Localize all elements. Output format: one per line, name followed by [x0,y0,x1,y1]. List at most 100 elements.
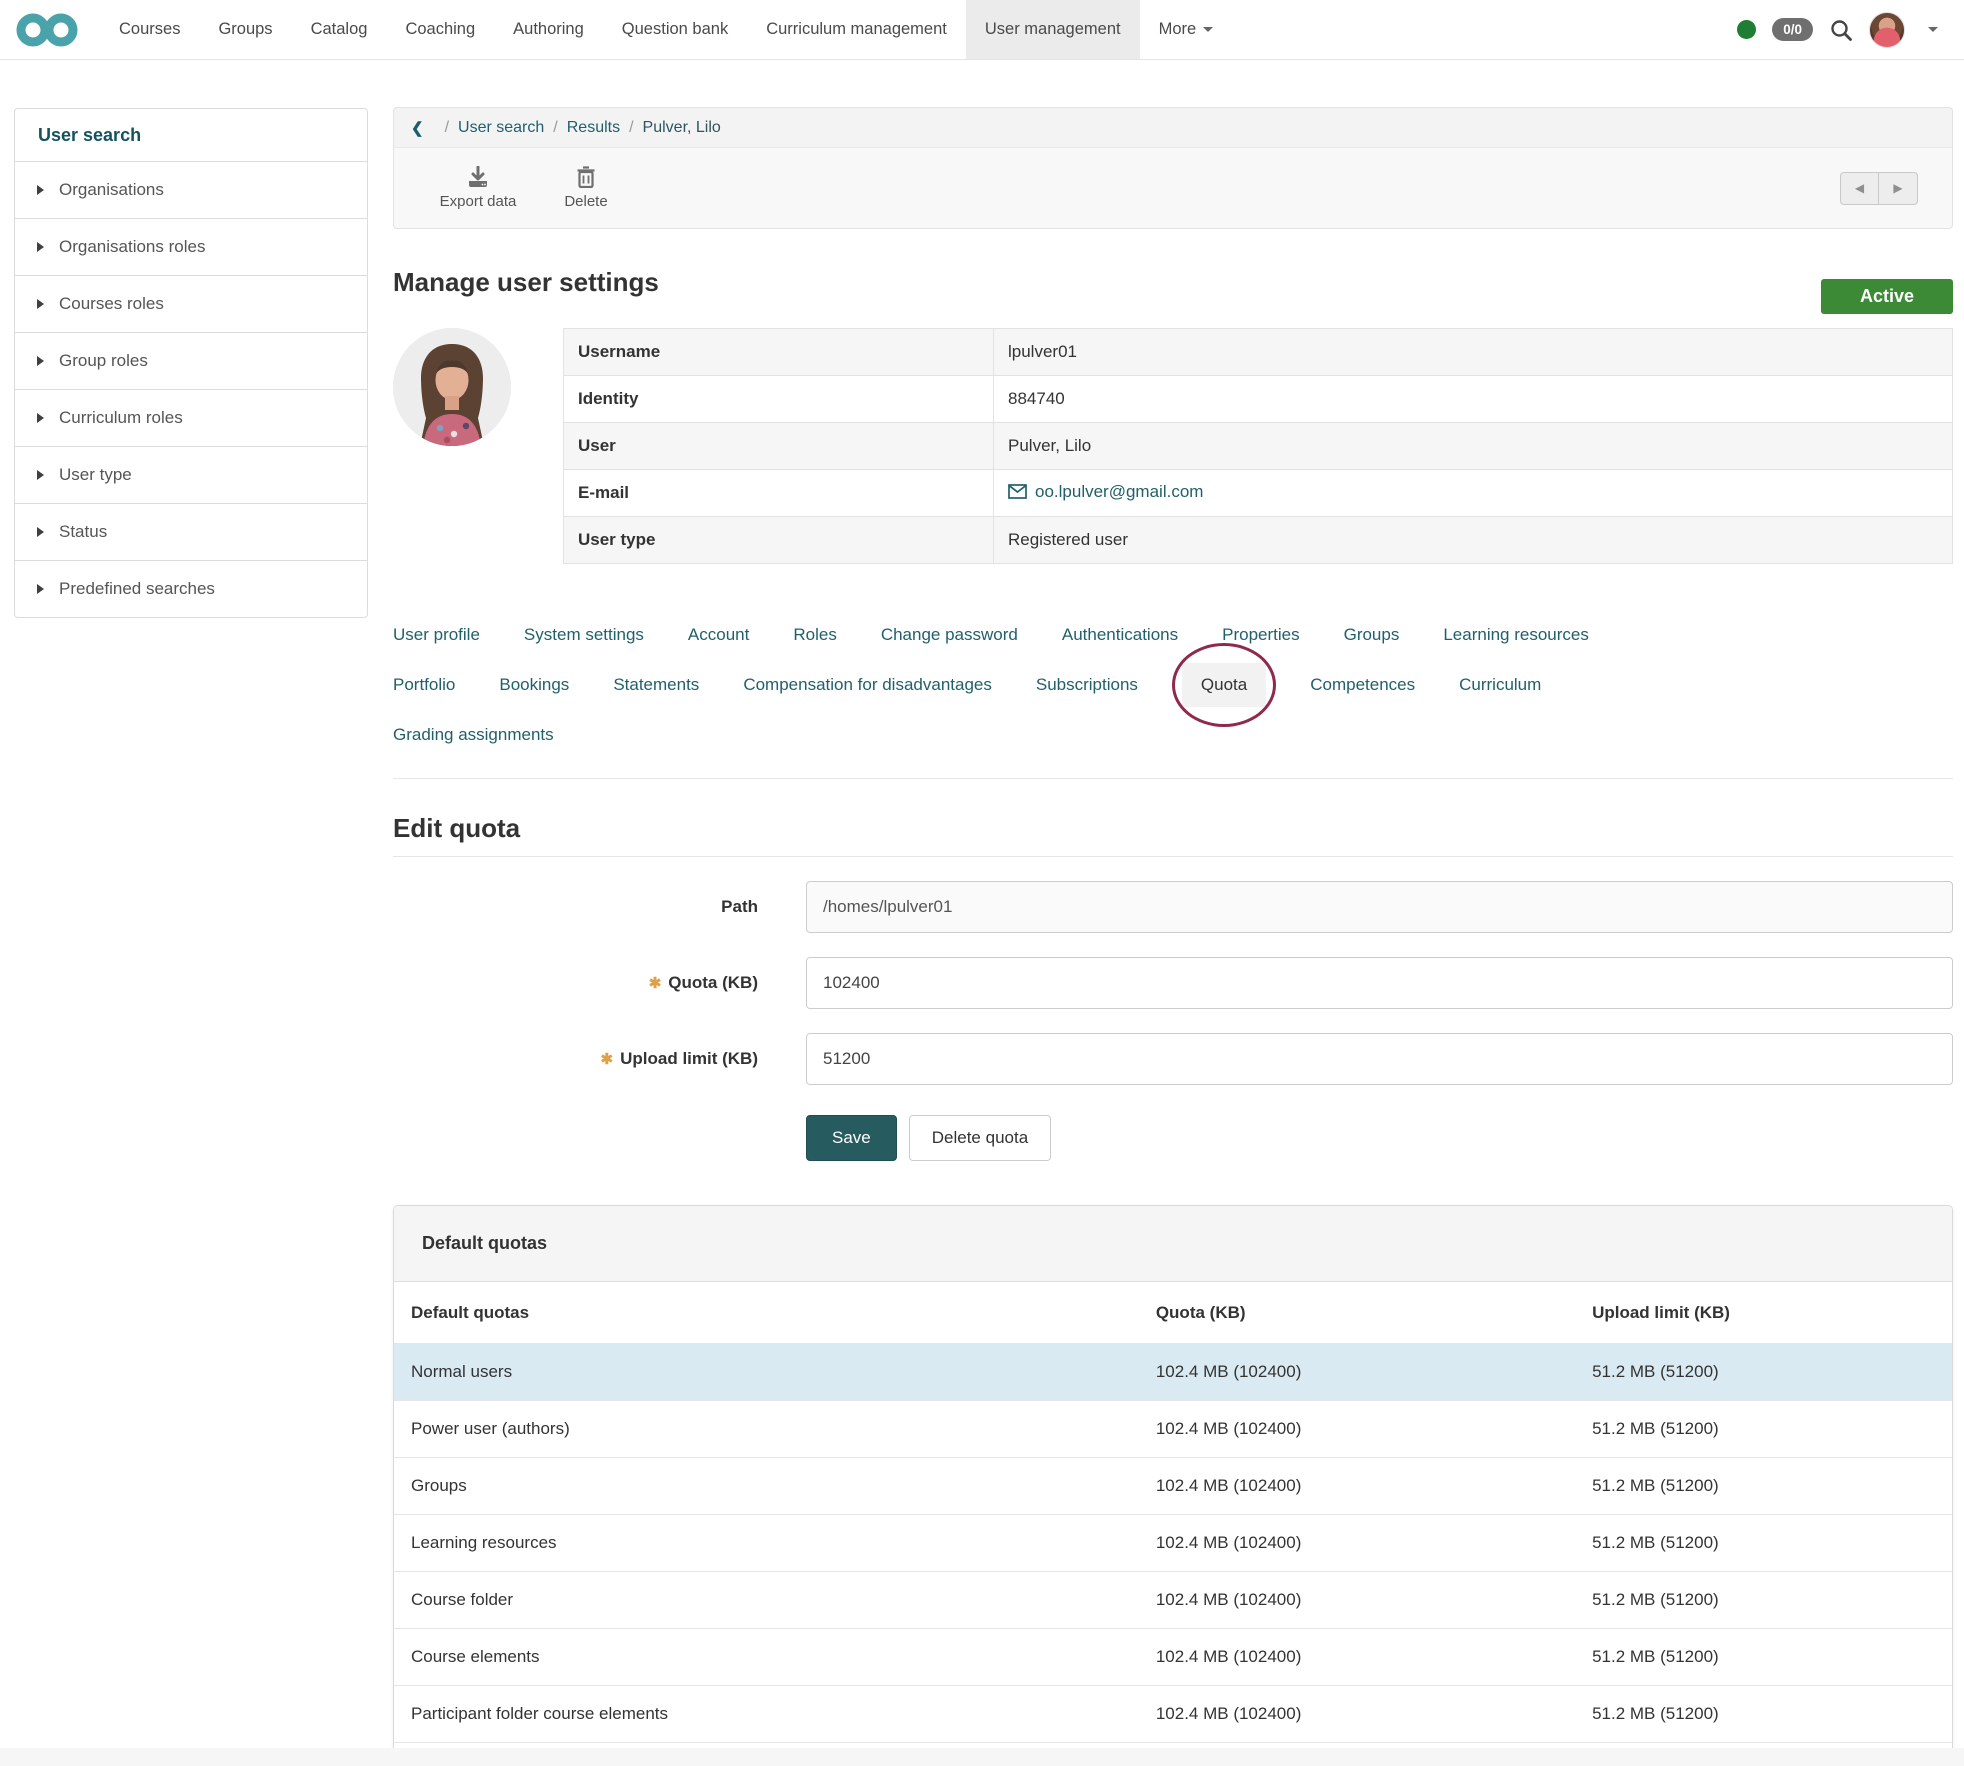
tab-quota-active[interactable]: Quota [1182,663,1266,707]
sidebar-item-label: Curriculum roles [59,408,183,428]
caret-right-icon [37,299,44,309]
email-link[interactable]: oo.lpulver@gmail.com [1008,482,1203,502]
username-label: Username [564,329,994,376]
search-icon[interactable] [1829,18,1853,42]
nav-authoring[interactable]: Authoring [494,0,603,59]
edit-quota-title: Edit quota [393,813,1953,844]
user-toolbar: Export data Delete ◀ ▶ [393,147,1953,229]
sidebar-item-predefined-searches[interactable]: Predefined searches [14,560,368,618]
row-name: Learning resources [394,1515,1142,1572]
sidebar-item-organisations[interactable]: Organisations [14,161,368,219]
user-menu-caret-icon[interactable] [1928,27,1938,32]
required-asterisk-icon: ✱ [601,1051,614,1068]
section-divider [393,856,1953,857]
tab-portfolio[interactable]: Portfolio [393,675,455,695]
tab-bookings[interactable]: Bookings [499,675,569,695]
sidebar-item-status[interactable]: Status [14,503,368,561]
quota-label: ✱Quota (KB) [393,973,758,993]
manage-user-header: Manage user settings Active [393,267,1953,314]
tab-curriculum[interactable]: Curriculum [1459,675,1541,695]
nav-coaching[interactable]: Coaching [386,0,494,59]
path-input[interactable] [806,881,1953,933]
sidebar-user-search-title[interactable]: User search [14,108,368,162]
tab-system-settings[interactable]: System settings [524,625,644,645]
sidebar-item-label: Courses roles [59,294,164,314]
tab-groups[interactable]: Groups [1344,625,1400,645]
table-row-learning-resources: Learning resources 102.4 MB (102400) 51.… [394,1515,1952,1572]
row-quota: 102.4 MB (102400) [1142,1629,1578,1686]
upload-limit-input[interactable] [806,1033,1953,1085]
tab-change-password[interactable]: Change password [881,625,1018,645]
tab-row-3: Grading assignments [393,710,1953,760]
nav-curriculum-management[interactable]: Curriculum management [747,0,966,59]
default-quotas-panel-title: Default quotas [394,1206,1952,1282]
tab-row-2: Portfolio Bookings Statements Compensati… [393,660,1953,710]
openolat-logo-icon[interactable] [0,0,100,59]
user-pager: ◀ ▶ [1840,172,1918,205]
upload-limit-form-row: ✱Upload limit (KB) [393,1033,1953,1085]
next-user-button[interactable]: ▶ [1879,172,1918,205]
sidebar-item-courses-roles[interactable]: Courses roles [14,275,368,333]
breadcrumb-user-search[interactable]: User search [458,119,544,137]
nav-user-management[interactable]: User management [966,0,1140,59]
row-name: Participant folder course elements [394,1686,1142,1743]
row-name: Groups [394,1458,1142,1515]
row-name: Normal users [394,1344,1142,1401]
back-chevron-icon[interactable]: ❮ [411,119,424,137]
identity-value: 884740 [994,376,1953,423]
chevron-down-icon [1203,27,1213,32]
row-upload: 51.2 MB (51200) [1578,1572,1952,1629]
sidebar-item-user-type[interactable]: User type [14,446,368,504]
sidebar-item-organisations-roles[interactable]: Organisations roles [14,218,368,276]
user-value: Pulver, Lilo [994,423,1953,470]
previous-user-button[interactable]: ◀ [1840,172,1879,205]
delete-user-button[interactable]: Delete [532,166,640,210]
tab-account[interactable]: Account [688,625,749,645]
tab-roles[interactable]: Roles [793,625,836,645]
path-form-row: Path [393,881,1953,933]
tab-subscriptions[interactable]: Subscriptions [1036,675,1138,695]
table-row-user: User Pulver, Lilo [564,423,1953,470]
table-row-user-type: User type Registered user [564,517,1953,564]
default-quotas-panel: Default quotas Default quotas Quota (KB)… [393,1205,1953,1766]
delete-label: Delete [564,193,607,210]
row-upload: 51.2 MB (51200) [1578,1401,1952,1458]
openolat-app: Courses Groups Catalog Coaching Authorin… [0,0,1964,1766]
nav-question-bank[interactable]: Question bank [603,0,747,59]
tab-competences[interactable]: Competences [1310,675,1415,695]
quota-form-row: ✱Quota (KB) [393,957,1953,1009]
sidebar-item-curriculum-roles[interactable]: Curriculum roles [14,389,368,447]
tab-learning-resources[interactable]: Learning resources [1443,625,1589,645]
tab-grading-assignments[interactable]: Grading assignments [393,725,554,745]
export-data-button[interactable]: Export data [424,166,532,210]
tab-user-profile[interactable]: User profile [393,625,480,645]
quota-form-buttons: Save Delete quota [806,1115,1953,1161]
tab-row-1: User profile System settings Account Rol… [393,610,1953,660]
tab-properties[interactable]: Properties [1222,625,1299,645]
user-avatar[interactable] [1869,12,1905,48]
caret-right-icon [37,185,44,195]
sidebar-item-group-roles[interactable]: Group roles [14,332,368,390]
breadcrumb-results[interactable]: Results [567,119,620,137]
email-value: oo.lpulver@gmail.com [1035,482,1203,502]
export-data-label: Export data [440,193,517,210]
nav-groups[interactable]: Groups [199,0,291,59]
user-details-block: Username lpulver01 Identity 884740 User … [393,328,1953,564]
tab-compensation[interactable]: Compensation for disadvantages [743,675,992,695]
breadcrumb-separator: / [553,119,557,137]
assessment-counter-badge[interactable]: 0/0 [1772,18,1813,41]
caret-right-icon [37,356,44,366]
tab-authentications[interactable]: Authentications [1062,625,1178,645]
save-button[interactable]: Save [806,1115,897,1161]
delete-quota-button[interactable]: Delete quota [909,1115,1051,1161]
nav-catalog[interactable]: Catalog [292,0,387,59]
table-row-course-folder: Course folder 102.4 MB (102400) 51.2 MB … [394,1572,1952,1629]
quota-input[interactable] [806,957,1953,1009]
nav-more[interactable]: More [1140,0,1233,59]
nav-courses[interactable]: Courses [100,0,199,59]
tab-statements[interactable]: Statements [613,675,699,695]
table-row-username: Username lpulver01 [564,329,1953,376]
upload-limit-label: ✱Upload limit (KB) [393,1049,758,1069]
row-upload: 51.2 MB (51200) [1578,1686,1952,1743]
presence-dot-icon [1737,20,1756,39]
